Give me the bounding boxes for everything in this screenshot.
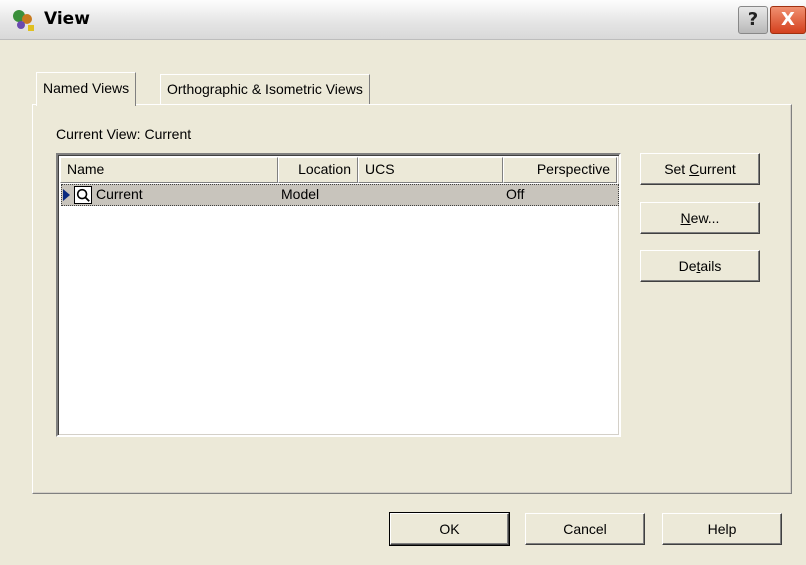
current-view-label: Current View: xyxy=(56,126,141,142)
tab-orthographic-isometric[interactable]: Orthographic & Isometric Views xyxy=(160,74,370,104)
current-view-text: Current View: Current xyxy=(56,126,191,142)
row-perspective: Off xyxy=(506,186,525,202)
tab-named-views[interactable]: Named Views xyxy=(36,72,137,106)
row-name: Current xyxy=(96,186,143,202)
row-location: Model xyxy=(281,186,320,202)
details-button[interactable]: Details xyxy=(640,250,760,282)
help-button[interactable]: Help xyxy=(662,513,782,545)
title-help-button[interactable]: ? xyxy=(738,6,768,34)
set-current-button[interactable]: Set Current xyxy=(640,153,760,185)
view-app-icon xyxy=(13,10,34,31)
column-header-name[interactable]: Name xyxy=(60,157,278,183)
named-views-list[interactable]: Name Location UCS Perspective Current Mo… xyxy=(56,153,621,437)
ok-button[interactable]: OK xyxy=(389,512,510,546)
close-button[interactable]: X xyxy=(770,6,806,34)
column-header-perspective[interactable]: Perspective xyxy=(503,157,617,183)
column-header-location[interactable]: Location xyxy=(278,157,358,183)
table-row[interactable]: Current Model Off xyxy=(61,184,619,206)
new-button[interactable]: New... xyxy=(640,202,760,234)
window-title: View xyxy=(44,9,90,29)
title-bar: View ? X xyxy=(0,0,806,40)
cancel-button[interactable]: Cancel xyxy=(525,513,645,545)
current-view-value: Current xyxy=(144,126,192,142)
current-row-pointer-icon xyxy=(63,189,70,201)
column-header-ucs[interactable]: UCS xyxy=(358,157,503,183)
view-magnifier-icon xyxy=(74,186,92,204)
